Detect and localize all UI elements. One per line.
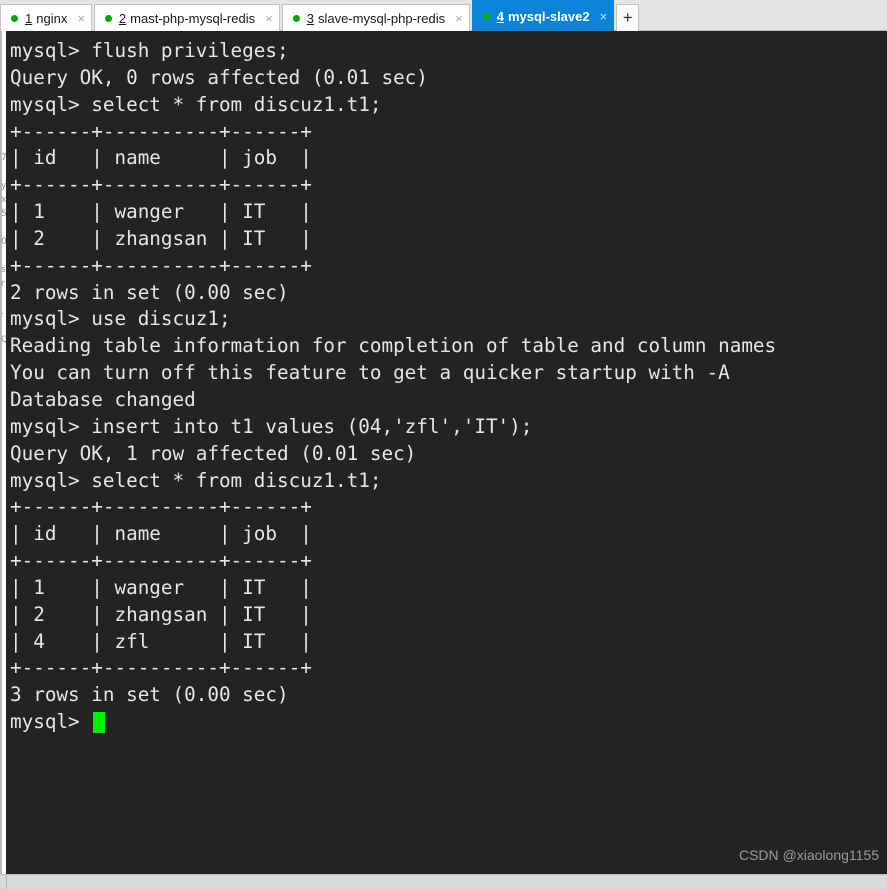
terminal-line: +------+----------+------+	[10, 495, 312, 519]
status-bar-divider	[6, 875, 7, 889]
tab-label: slave-mysql-php-redis	[317, 10, 446, 26]
tab-label: mast-php-mysql-redis	[130, 10, 256, 26]
close-icon[interactable]: ×	[455, 12, 463, 25]
terminal-line: mysql> select * from discuz1.t1;	[10, 92, 382, 116]
close-icon[interactable]: ×	[265, 12, 273, 25]
terminal-line: | 4 | zfl | IT |	[10, 629, 312, 653]
terminal-line: +------+----------+------+	[10, 549, 312, 573]
terminal-prompt-line: mysql>	[10, 709, 887, 736]
tab-nginx[interactable]: 1 nginx ×	[0, 4, 92, 31]
new-tab-button[interactable]: +	[616, 4, 640, 31]
terminal-line: | 1 | wanger | IT |	[10, 575, 312, 599]
tab-bar: 1 nginx × 2 mast-php-mysql-redis × 3 slave-mysq…	[0, 0, 887, 31]
tab-mysql-slave2[interactable]: 4 mysql-slave2 ×	[471, 0, 615, 31]
tab-label: mysql-slave2	[507, 8, 590, 24]
terminal-line: mysql> insert into t1 values (04,'zfl','…	[10, 414, 533, 438]
tab-label: nginx	[36, 10, 68, 26]
terminal-line: You can turn off this feature to get a q…	[10, 361, 730, 385]
terminal-line: +------+----------+------+	[10, 253, 312, 277]
connection-status-dot-icon	[104, 14, 112, 22]
terminal-line: +------+----------+------+	[10, 656, 312, 680]
terminal-prompt-text: mysql>	[10, 710, 92, 734]
terminal-application-window: 1 nginx × 2 mast-php-mysql-redis × 3 slave-mysq…	[0, 0, 887, 889]
tab-number: 3	[306, 10, 314, 26]
status-bar	[0, 874, 887, 889]
terminal-line: | 2 | zhangsan | IT |	[10, 602, 312, 626]
tab-slave-mysql-php-redis[interactable]: 3 slave-mysql-php-redis ×	[281, 4, 470, 31]
tab-number: 1	[25, 10, 33, 26]
watermark-text: CSDN @xiaolong1155	[738, 847, 879, 863]
terminal-line: mysql> flush privileges;	[10, 39, 289, 62]
terminal-line: 3 rows in set (0.00 sec)	[10, 683, 289, 707]
tab-mast-php-mysql-redis[interactable]: 2 mast-php-mysql-redis ×	[93, 4, 280, 31]
terminal-output-pane[interactable]: mysql> flush privileges; Query OK, 0 rows…	[6, 31, 887, 874]
terminal-line: | 1 | wanger | IT |	[10, 200, 312, 224]
close-icon[interactable]: ×	[77, 12, 85, 25]
connection-status-dot-icon	[482, 12, 490, 20]
connection-status-dot-icon	[11, 14, 18, 22]
terminal-line: 2 rows in set (0.00 sec)	[10, 280, 289, 304]
terminal-line: Query OK, 1 row affected (0.01 sec)	[10, 441, 417, 465]
tab-number: 2	[118, 10, 127, 26]
terminal-line: | id | name | job |	[10, 522, 312, 546]
terminal-line: +------+----------+------+	[10, 119, 312, 143]
connection-status-dot-icon	[292, 14, 300, 22]
tab-number: 4	[496, 8, 504, 24]
terminal-line: Database changed	[10, 387, 196, 411]
terminal-line: Query OK, 0 rows affected (0.01 sec)	[10, 65, 428, 89]
terminal-line: | 2 | zhangsan | IT |	[10, 226, 312, 250]
terminal-line: mysql> select * from discuz1.t1;	[10, 468, 382, 492]
terminal-cursor	[93, 712, 106, 734]
tab-strip: 1 nginx × 2 mast-php-mysql-redis × 3 slave-mysq…	[0, 0, 640, 31]
close-icon[interactable]: ×	[600, 10, 608, 23]
terminal-line: | id | name | job |	[10, 146, 312, 170]
terminal-line: +------+----------+------+	[10, 173, 312, 197]
terminal-line: Reading table information for completion…	[10, 334, 777, 358]
terminal-line: mysql> use discuz1;	[10, 307, 231, 331]
terminal-text-body: mysql> flush privileges; Query OK, 0 rows…	[6, 38, 887, 736]
